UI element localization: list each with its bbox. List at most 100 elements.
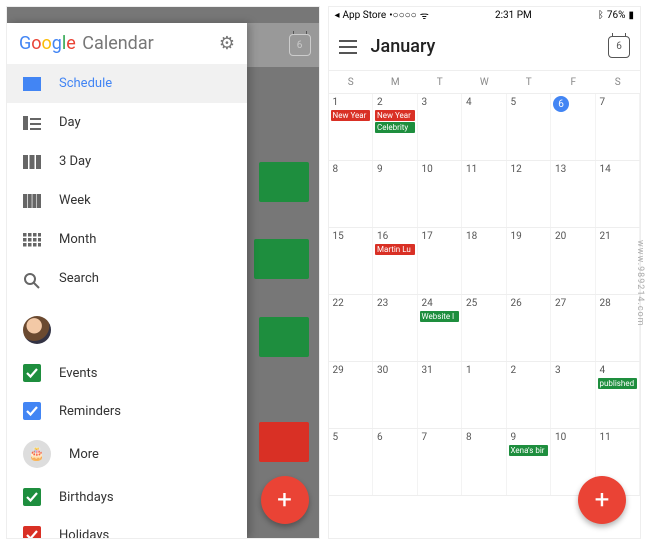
calendar-day-cell[interactable]: 5 <box>507 94 552 160</box>
event-chip[interactable]: Website l <box>420 311 460 322</box>
calendar-day-cell[interactable]: 15 <box>329 228 374 294</box>
calendar-day-cell[interactable]: 19 <box>507 228 552 294</box>
day-number: 2 <box>375 96 415 109</box>
checkbox-icon[interactable] <box>23 526 41 539</box>
account-row[interactable] <box>7 306 247 354</box>
event-chip[interactable]: Celebrity <box>375 122 415 133</box>
weekday-label: S <box>329 71 374 93</box>
calendar-grid: SMTWTFS 1New Year2New YearCelebrity34567… <box>329 71 641 496</box>
day-number: 22 <box>331 297 371 310</box>
calendar-day-cell[interactable]: 1 <box>462 362 507 428</box>
view-day[interactable]: Day <box>7 103 247 142</box>
checkbox-icon[interactable] <box>23 402 41 420</box>
today-icon[interactable]: 6 <box>289 34 311 56</box>
calendar-reminders[interactable]: Reminders <box>7 392 247 430</box>
create-event-fab[interactable]: + <box>578 476 626 524</box>
calendar-birthdays[interactable]: Birthdays <box>7 478 247 516</box>
calendar-day-cell[interactable]: 3 <box>551 362 596 428</box>
event-tile <box>259 162 309 202</box>
calendar-day-cell[interactable]: 25 <box>462 295 507 361</box>
back-chevron-icon[interactable]: ◂ <box>335 10 340 21</box>
calendar-day-cell[interactable]: 2 <box>507 362 552 428</box>
bluetooth-icon: ᛒ <box>598 10 604 21</box>
calendar-day-cell[interactable]: 9 <box>373 161 418 227</box>
calendar-day-cell[interactable]: 5 <box>329 429 374 495</box>
day-icon <box>23 116 41 130</box>
calendar-day-cell[interactable]: 4 <box>462 94 507 160</box>
event-chip[interactable]: Martin Lu <box>375 244 415 255</box>
calendar-day-cell[interactable]: 4published <box>596 362 641 428</box>
calendar-day-cell[interactable]: 3 <box>418 94 463 160</box>
calendar-day-cell[interactable]: 12 <box>507 161 552 227</box>
calendar-header: January 6 <box>329 23 641 71</box>
calendar-holidays[interactable]: Holidays <box>7 516 247 539</box>
checkbox-icon[interactable] <box>23 488 41 506</box>
calendar-day-cell[interactable]: 29 <box>329 362 374 428</box>
calendar-day-cell[interactable]: 31 <box>418 362 463 428</box>
calendar-day-cell[interactable]: 30 <box>373 362 418 428</box>
event-chip[interactable]: published <box>598 378 638 389</box>
event-chip[interactable]: New Year <box>375 110 415 121</box>
weekday-label: T <box>507 71 552 93</box>
view-label: Week <box>59 193 91 208</box>
calendar-day-cell[interactable]: 18 <box>462 228 507 294</box>
calendar-day-cell[interactable]: 11 <box>462 161 507 227</box>
day-number: 3 <box>420 96 460 109</box>
day-number: 24 <box>420 297 460 310</box>
calendar-day-cell[interactable]: 9Xena's bir <box>507 429 552 495</box>
settings-icon[interactable]: ⚙ <box>219 33 235 54</box>
view-week[interactable]: Week <box>7 181 247 220</box>
calendar-day-cell[interactable]: 8 <box>329 161 374 227</box>
today-icon[interactable]: 6 <box>608 36 630 58</box>
calendar-day-cell[interactable]: 21 <box>596 228 641 294</box>
calendar-week-row: 891011121314 <box>329 161 641 228</box>
calendar-day-cell[interactable]: 13 <box>551 161 596 227</box>
calendar-day-cell[interactable]: 28 <box>596 295 641 361</box>
avatar <box>23 316 51 344</box>
event-chip[interactable]: New Year <box>331 110 371 121</box>
calendar-day-cell[interactable]: 16Martin Lu <box>373 228 418 294</box>
calendar-day-cell[interactable]: 20 <box>551 228 596 294</box>
day-number: 9 <box>509 431 549 444</box>
calendar-label: Birthdays <box>59 490 114 505</box>
calendar-day-cell[interactable]: 17 <box>418 228 463 294</box>
back-label[interactable]: App Store <box>343 10 387 21</box>
day-number: 7 <box>598 96 638 109</box>
calendar-day-cell[interactable]: 2New YearCelebrity <box>373 94 418 160</box>
event-chip[interactable]: Xena's bir <box>509 445 549 456</box>
calendar-day-cell[interactable]: 22 <box>329 295 374 361</box>
calendar-day-cell[interactable]: 10 <box>418 161 463 227</box>
view-schedule[interactable]: Schedule <box>7 64 247 103</box>
calendar-day-cell[interactable]: 7 <box>596 94 641 160</box>
calendar-day-cell[interactable]: 23 <box>373 295 418 361</box>
day-number: 27 <box>553 297 593 310</box>
calendar-day-cell[interactable]: 6 <box>551 94 596 160</box>
day-number: 16 <box>375 230 415 243</box>
calendar-day-cell[interactable]: 14 <box>596 161 641 227</box>
day-number: 2 <box>509 364 549 377</box>
calendar-day-cell[interactable]: 7 <box>418 429 463 495</box>
view-3-day[interactable]: 3 Day <box>7 142 247 181</box>
event-tile <box>254 239 309 279</box>
day-number: 28 <box>598 297 638 310</box>
day-number: 6 <box>375 431 415 444</box>
wifi-icon: ᯤ <box>420 8 429 22</box>
month-title[interactable]: January <box>371 36 595 57</box>
create-event-fab[interactable]: + <box>261 476 309 524</box>
menu-icon[interactable] <box>339 40 357 54</box>
calendar-day-cell[interactable]: 8 <box>462 429 507 495</box>
calendar-events[interactable]: Events <box>7 354 247 392</box>
day-number: 20 <box>553 230 593 243</box>
calendar-day-cell[interactable]: 6 <box>373 429 418 495</box>
calendar-day-cell[interactable]: 1New Year <box>329 94 374 160</box>
calendar-week-row: 222324Website l252627 28 <box>329 295 641 362</box>
view-month[interactable]: Month <box>7 220 247 259</box>
checkbox-icon[interactable] <box>23 364 41 382</box>
weekday-label: F <box>551 71 596 93</box>
calendar-day-cell[interactable]: 24Website l <box>418 295 463 361</box>
more-calendars-row[interactable]: 🎂 More <box>7 430 247 478</box>
view-search[interactable]: Search <box>7 259 247 298</box>
calendar-day-cell[interactable]: 27 <box>551 295 596 361</box>
calendar-week-row: 1516Martin Lu1718192021 <box>329 228 641 295</box>
calendar-day-cell[interactable]: 26 <box>507 295 552 361</box>
